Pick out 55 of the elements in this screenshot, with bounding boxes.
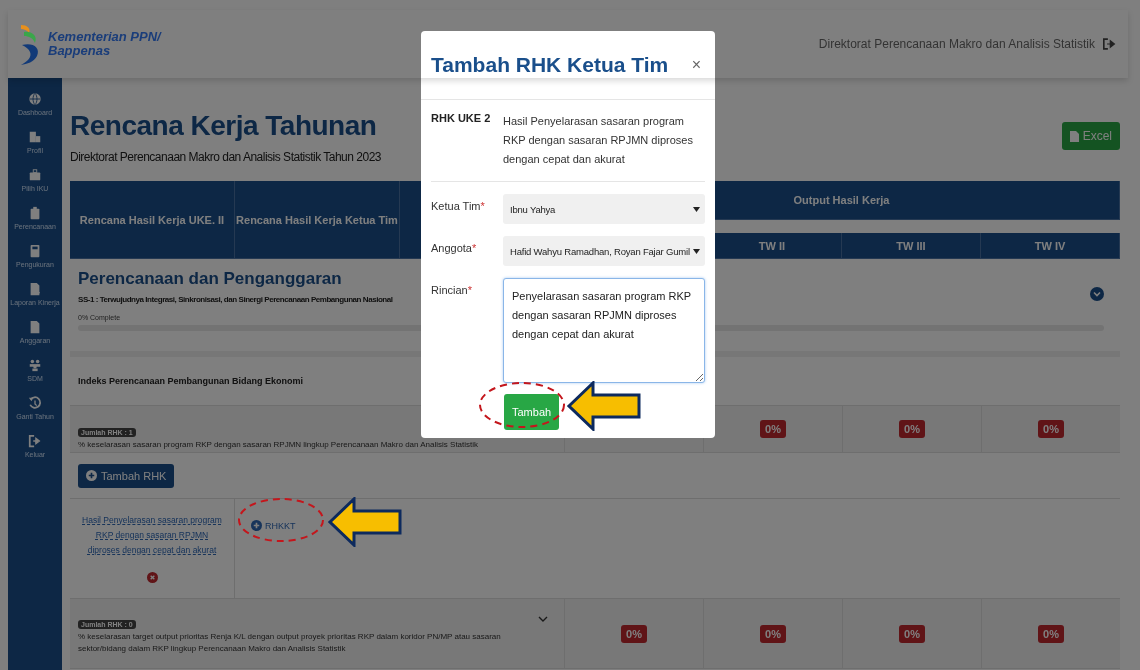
chevron-down-icon[interactable]	[1090, 287, 1104, 301]
people-icon	[28, 358, 42, 372]
indicator-text: % keselarasan sasaran program RKP dengan sasaran RPJMN lingkup Perencanaan Makro dan Analisis Statistik	[78, 439, 480, 451]
column-header: TW IV	[981, 233, 1120, 259]
logout-icon[interactable]	[1103, 38, 1116, 50]
details-field[interactable]: Penyelarasan sasaran program RKP dengan sasaran RPJMN diproses dengan cepat dan akurat	[503, 278, 705, 383]
page-subtitle: Direktorat Perencanaan Makro dan Analisis Statistik Tahun 2023	[70, 150, 381, 164]
document-icon	[28, 282, 42, 296]
modal-title: Tambah RHK Ketua Tim	[431, 53, 669, 77]
history-icon	[28, 396, 42, 410]
score-badge: 0%	[760, 420, 786, 438]
brand-name: Bappenas	[48, 44, 112, 58]
close-button[interactable]: ×	[687, 56, 705, 74]
score-badge: 0%	[899, 420, 925, 438]
file-icon	[1069, 130, 1079, 142]
select-field[interactable]: Ibnu Yahya	[503, 194, 705, 224]
column-header: Rencana Hasil Kerja UKE. II	[70, 181, 235, 259]
rhk-text: Hasil Penyelarasan sasaran program RKP dengan sasaran RPJMN diproses dengan cepat dan akurat	[503, 114, 694, 167]
file-icon	[28, 320, 42, 334]
select-field[interactable]: Hafid Wahyu Ramadhan, Royan Fajar Gumil	[503, 236, 705, 266]
score-badge: 0%	[1038, 420, 1064, 438]
score-badge: 0%	[899, 624, 925, 643]
field-label: Rincian*	[431, 283, 473, 296]
section-title: Perencanaan dan Penganggaran	[78, 269, 342, 289]
chevron-down-icon[interactable]	[538, 615, 548, 623]
rhk-link[interactable]: Hasil Penyelarasan sasaran program RKP dengan sasaran RPJMN diproses dengan cepat dan akurat	[82, 513, 222, 558]
building-icon	[28, 130, 42, 144]
field-label: Anggota*	[431, 241, 478, 254]
plus-icon	[251, 520, 262, 531]
plus-icon	[86, 470, 97, 481]
delete-icon[interactable]	[146, 572, 158, 583]
briefcase-icon	[28, 168, 42, 182]
excel-button[interactable]: Excel	[1061, 122, 1120, 150]
score-badge: 0%	[760, 624, 786, 643]
column-header: TW III	[842, 233, 981, 259]
section-subtitle: SS-1 : Terwujudnya Integrasi, Sinkronisasi, dan Sinergi Perencanaan Pembangunan Nasional	[78, 295, 393, 304]
score-badge: 0%	[621, 624, 647, 643]
clipboard-icon	[28, 206, 42, 220]
caret-icon	[693, 206, 700, 212]
caret-icon	[693, 248, 700, 254]
indicator-text: % keselarasan target output prioritas Renja K/L dengan output proyek prioritas RKP dalam koridor PN/MP atau sasaran sektor/bidang dalam RKP lingkup Perencanaan Makro dan Analisis Statistik	[78, 630, 502, 655]
calculator-icon	[28, 244, 42, 258]
user-name: Direktorat Perencanaan Makro dan Analisis Statistik	[818, 37, 1095, 51]
indicator-title: Indeks Perencanaan Pembangunan Bidang Ekonomi	[78, 376, 304, 386]
field-label: Ketua Tim*	[431, 199, 486, 212]
page-title: Rencana Kerja Tahunan	[70, 110, 377, 142]
submit-button[interactable]: Tambah	[504, 394, 560, 430]
brand-name: Kementerian PPN/	[48, 30, 161, 44]
rhkkt-link[interactable]: RHKKT	[251, 520, 296, 531]
column-header: Rencana Hasil Kerja Ketua Tim	[235, 181, 400, 259]
add-rhk-button[interactable]: Tambah RHK	[78, 463, 175, 488]
score-badge: 0%	[1038, 624, 1064, 643]
globe-icon	[28, 92, 42, 106]
field-label: RHK UKE 2	[431, 112, 492, 126]
logout-icon	[28, 434, 42, 448]
